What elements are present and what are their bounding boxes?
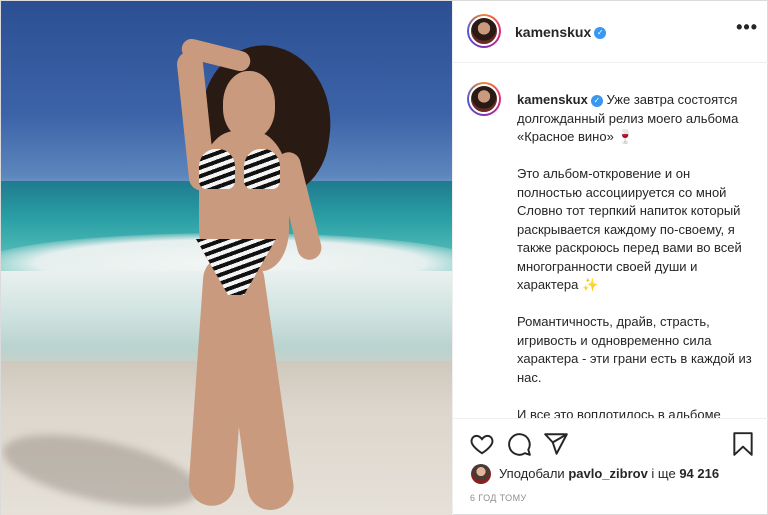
profile-avatar[interactable] [467,14,501,48]
likes-suffix: і ще [651,466,676,481]
likes-summary[interactable]: Уподобали pavlo_zibrov і ще 94 216 [499,466,719,481]
caption-paragraph-2: Это альбом-откровение и он полностью асс… [517,166,742,292]
likes-prefix: Уподобали [499,466,565,481]
verified-badge-icon: ✓ [590,94,603,107]
caption-avatar[interactable] [467,82,501,116]
comment-icon[interactable] [506,431,532,457]
post-side-panel: kamenskux ✓ ••• kamenskux ✓ Уже завтра сос… [452,1,768,515]
photo-swimsuit-top-left [199,149,235,189]
header-username[interactable]: kamenskux ✓ [515,24,607,40]
bookmark-icon[interactable] [730,431,756,457]
post-actions: Уподобали pavlo_zibrov і ще 94 216 6 год… [453,418,768,515]
caption-paragraph-3: Романтичность, драйв, страсть, игривость… [517,314,752,385]
likes-count[interactable]: 94 216 [679,466,719,481]
more-options-icon[interactable]: ••• [736,17,758,38]
caption: kamenskux ✓ Уже завтра состоятся долгожда… [517,91,757,418]
post-timestamp[interactable]: 6 год тому [470,493,527,503]
heart-icon[interactable] [469,431,495,457]
photo-head [223,71,275,139]
verified-badge-icon: ✓ [594,27,607,40]
instagram-post: kamenskux ✓ ••• kamenskux ✓ Уже завтра сос… [0,0,768,515]
liked-by-avatar[interactable] [471,464,491,484]
caption-paragraph-4: И все это воплотилось в альбоме «Красное… [517,406,721,419]
post-header: kamenskux ✓ ••• [453,1,768,63]
header-username-text[interactable]: kamenskux [515,24,591,40]
post-photo[interactable] [1,1,452,515]
caption-username[interactable]: kamenskux [517,92,588,107]
likes-user[interactable]: pavlo_zibrov [568,466,647,481]
caption-area: kamenskux ✓ Уже завтра состоятся долгожда… [453,64,768,418]
share-icon[interactable] [543,431,569,457]
photo-swimsuit-top-right [244,149,280,189]
